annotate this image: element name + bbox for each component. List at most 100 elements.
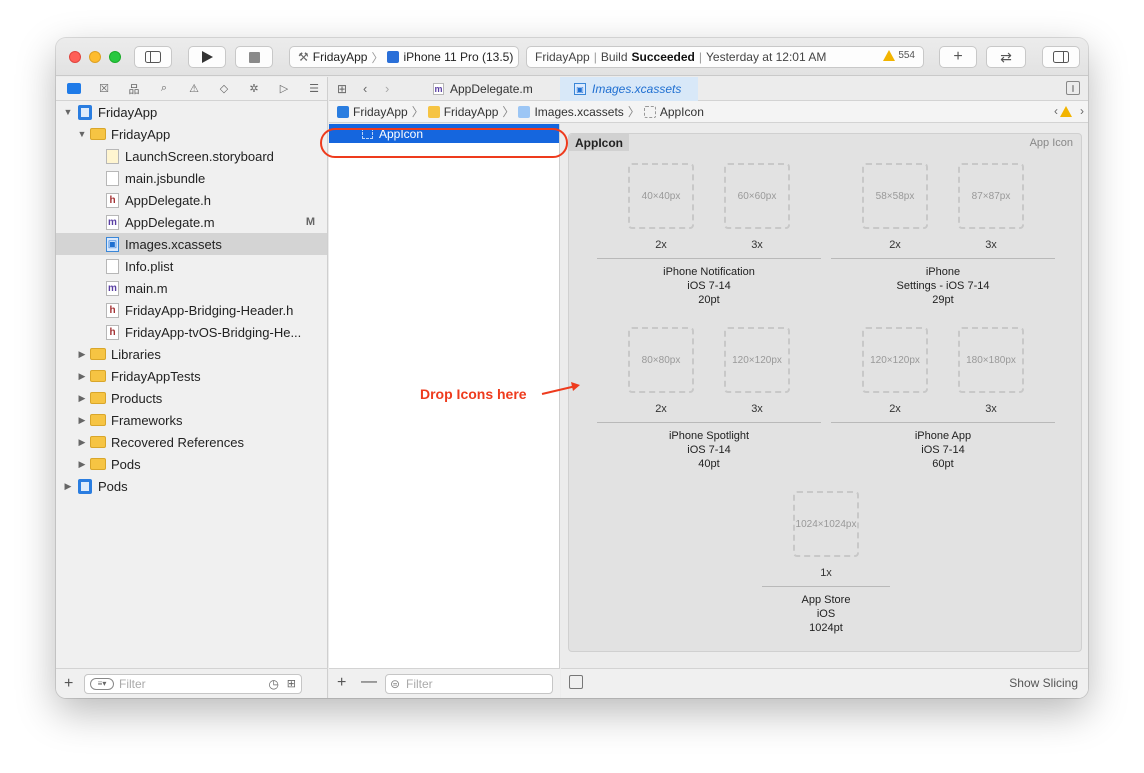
add-file-button[interactable]: + — [64, 675, 73, 693]
tree-file[interactable]: LaunchScreen.storyboard — [56, 145, 327, 167]
tree-label: Recovered References — [111, 434, 244, 450]
breakpoint-navigator-tab[interactable]: ▷ — [276, 82, 292, 96]
tree-file[interactable]: main.jsbundle — [56, 167, 327, 189]
icon-slot[interactable]: 60×60px — [724, 163, 790, 229]
icon-slot[interactable]: 58×58px — [862, 163, 928, 229]
detail-bottom-bar: Show Slicing — [561, 668, 1088, 698]
stop-button[interactable] — [235, 46, 273, 68]
back-button[interactable]: ‹ — [363, 81, 367, 96]
issue-nav-left-icon[interactable]: ‹ — [1054, 104, 1058, 118]
zoom-window-button[interactable] — [109, 51, 121, 63]
disclosure-closed-icon: ▶ — [78, 458, 86, 469]
code-review-button[interactable]: ⇄ — [986, 46, 1026, 68]
find-navigator-tab[interactable]: ⌕ — [156, 82, 172, 96]
navigator-filter-bar: + ≡▾ Filter ◷ ⊞ — [56, 668, 328, 698]
panel-kind: App Icon — [1029, 137, 1073, 149]
icon-slot[interactable]: 180×180px — [958, 327, 1024, 393]
icon-slot[interactable]: 40×40px — [628, 163, 694, 229]
breadcrumb-group[interactable]: FridayApp — [444, 105, 499, 119]
breadcrumb-catalog[interactable]: Images.xcassets — [534, 105, 623, 119]
show-slicing-button[interactable]: Show Slicing — [1009, 676, 1078, 690]
tree-file[interactable]: h FridayApp-Bridging-Header.h — [56, 299, 327, 321]
issue-navigator-tab[interactable]: ⚠ — [186, 82, 202, 96]
test-navigator-tab[interactable]: ◇ — [216, 82, 232, 96]
tree-label: Pods — [98, 478, 128, 494]
sidebar-right-icon — [1053, 51, 1069, 63]
disclosure-closed-icon: ▶ — [78, 392, 86, 403]
tree-file-selected[interactable]: ▣ Images.xcassets — [56, 233, 327, 255]
storyboard-file-icon — [106, 148, 119, 164]
group-label-line: iOS 7-14 — [687, 280, 731, 292]
report-navigator-tab[interactable]: ☰ — [306, 82, 322, 96]
tree-file[interactable]: m main.m — [56, 277, 327, 299]
scm-filter-icon[interactable]: ⊞ — [287, 677, 296, 690]
search-icon: ⌕ — [160, 82, 168, 94]
minimize-window-button[interactable] — [89, 51, 101, 63]
tree-group[interactable]: ▶ Frameworks — [56, 409, 327, 431]
icon-slot[interactable]: 1024×1024px — [793, 491, 859, 557]
tab-bar: ⊞ ‹ › m AppDelegate.m ▣ Images.xcassets … — [329, 77, 1088, 101]
tree-file[interactable]: h FridayApp-tvOS-Bridging-He... — [56, 321, 327, 343]
tree-project-root[interactable]: ▼ FridayApp — [56, 101, 327, 123]
tab-images-xcassets[interactable]: ▣ Images.xcassets — [560, 77, 698, 101]
tree-label: FridayApp — [111, 126, 171, 142]
tree-label: Pods — [111, 456, 141, 472]
scheme-selector[interactable]: ⚒ FridayApp 〉 iPhone 11 Pro (13.5) — [289, 46, 519, 68]
toolbar: ⚒ FridayApp 〉 iPhone 11 Pro (13.5) Frida… — [56, 38, 1088, 76]
status-build-result: Succeeded — [631, 50, 695, 64]
tree-group-main[interactable]: ▼ FridayApp — [56, 123, 327, 145]
scale-label: 2x — [655, 239, 667, 251]
recent-files-icon[interactable]: ◷ — [269, 677, 279, 691]
add-library-button[interactable]: + — [939, 46, 977, 68]
tree-group[interactable]: ▶ Products — [56, 387, 327, 409]
toggle-inspector-button[interactable] — [1042, 46, 1080, 68]
tree-label: FridayAppTests — [111, 368, 201, 384]
disclosure-closed-icon: ▶ — [78, 348, 86, 359]
arrow-right-icon — [541, 382, 580, 395]
filter-placeholder: Filter — [119, 677, 146, 691]
tree-file[interactable]: h AppDelegate.h — [56, 189, 327, 211]
icon-slot[interactable]: 120×120px — [862, 327, 928, 393]
toggle-attributes-icon[interactable] — [569, 675, 583, 689]
debug-navigator-tab[interactable]: ✲ — [246, 82, 262, 96]
close-window-button[interactable] — [69, 51, 81, 63]
tree-group[interactable]: ▶ Libraries — [56, 343, 327, 365]
asset-filter-input[interactable]: ⊜ Filter — [385, 674, 553, 694]
remove-asset-button[interactable]: — — [361, 673, 377, 691]
project-navigator-tab[interactable] — [66, 82, 82, 96]
asset-item-appicon[interactable]: AppIcon — [329, 124, 559, 143]
group-divider — [597, 422, 821, 423]
add-asset-button[interactable]: + — [337, 674, 346, 692]
tree-project-pods[interactable]: ▶ Pods — [56, 475, 327, 497]
tree-file[interactable]: m AppDelegate.m M — [56, 211, 327, 233]
breadcrumb-asset[interactable]: AppIcon — [660, 105, 704, 119]
breadcrumb-project[interactable]: FridayApp — [353, 105, 408, 119]
navigator-filter-input[interactable]: ≡▾ Filter ◷ ⊞ — [84, 674, 302, 694]
icon-slot[interactable]: 87×87px — [958, 163, 1024, 229]
icon-slot[interactable]: 80×80px — [628, 327, 694, 393]
tree-group[interactable]: ▶ FridayAppTests — [56, 365, 327, 387]
toggle-navigator-button[interactable] — [134, 46, 172, 68]
symbol-navigator-tab[interactable]: 品 — [126, 82, 142, 96]
forward-button[interactable]: › — [385, 81, 389, 96]
tree-file[interactable]: Info.plist — [56, 255, 327, 277]
warnings-badge[interactable]: 554 — [883, 50, 915, 61]
source-control-tab[interactable]: ☒ — [96, 82, 112, 96]
disclosure-closed-icon: ▶ — [64, 480, 72, 491]
group-divider — [597, 258, 821, 259]
warning-icon[interactable] — [1060, 106, 1072, 117]
issue-nav-right-icon[interactable]: › — [1080, 104, 1084, 118]
related-items-icon[interactable]: ⊞ — [337, 82, 347, 96]
filter-placeholder: Filter — [406, 677, 433, 691]
scale-label: 1x — [820, 567, 832, 579]
chevron-right-icon: 〉 — [502, 105, 515, 119]
list-icon: ☰ — [309, 83, 319, 95]
run-button[interactable] — [188, 46, 226, 68]
split-editor-icon[interactable]: ⫾ — [1066, 81, 1080, 95]
tree-label: main.jsbundle — [125, 170, 206, 186]
scale-label: 3x — [985, 403, 997, 415]
tab-appdelegate[interactable]: m AppDelegate.m — [419, 77, 549, 101]
tree-group[interactable]: ▶ Recovered References — [56, 431, 327, 453]
icon-slot[interactable]: 120×120px — [724, 327, 790, 393]
tree-group[interactable]: ▶ Pods — [56, 453, 327, 475]
